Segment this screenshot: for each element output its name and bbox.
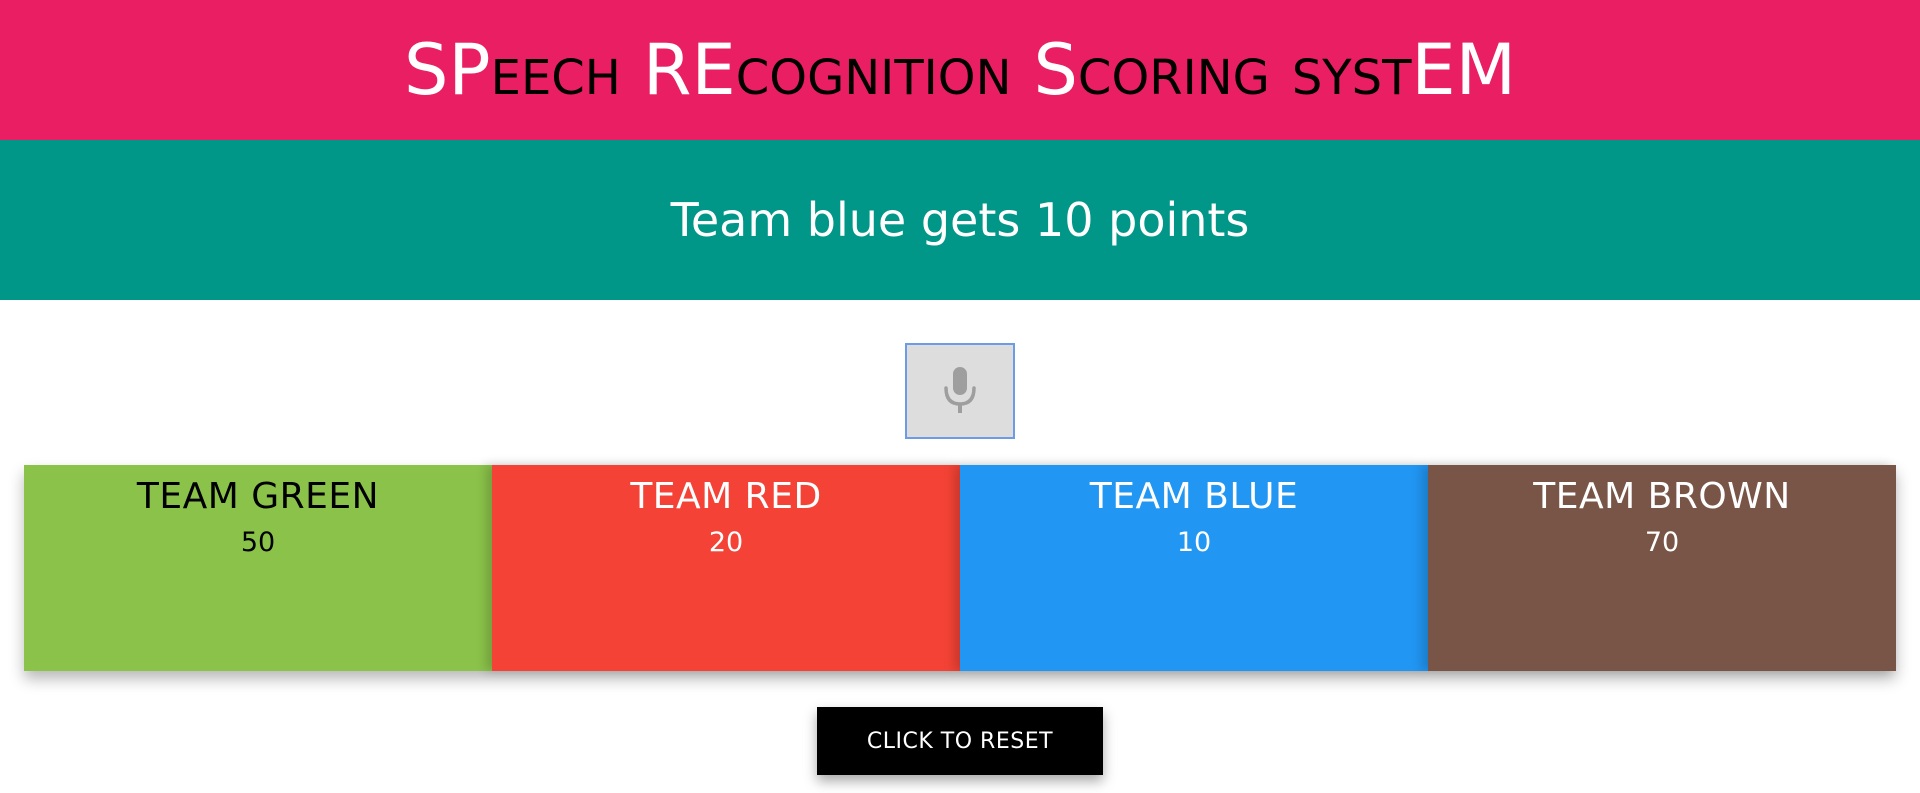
team-score: 50 [240, 527, 276, 558]
reset-button[interactable]: CLICK TO RESET [817, 707, 1103, 775]
microphone-icon [944, 366, 976, 413]
microphone-button[interactable] [905, 342, 1015, 439]
title-word-scoring: SCORING [1033, 29, 1270, 111]
page-title: SPEECH RECOGNITION SCORING SYSTEM [404, 35, 1516, 105]
status-bar: Team blue gets 10 points [0, 140, 1920, 300]
app-header: SPEECH RECOGNITION SCORING SYSTEM [0, 0, 1920, 140]
team-scoreboard: TEAM GREEN 50 TEAM RED 20 TEAM BLUE 10 T… [24, 465, 1896, 671]
team-score: 20 [708, 527, 744, 558]
team-name: TEAM GREEN [136, 476, 380, 517]
team-name: TEAM RED [630, 476, 822, 517]
title-word-system: SYSTEM [1291, 29, 1517, 111]
mic-area [0, 300, 1920, 465]
reset-area: CLICK TO RESET [0, 671, 1920, 791]
title-word-recognition: RECOGNITION [642, 29, 1012, 111]
team-card-red: TEAM RED 20 [492, 465, 960, 671]
team-card-green: TEAM GREEN 50 [24, 465, 492, 671]
team-score: 10 [1176, 527, 1212, 558]
title-word-speech: SPEECH [403, 29, 621, 111]
status-message: Team blue gets 10 points [670, 193, 1250, 247]
team-card-brown: TEAM BROWN 70 [1428, 465, 1896, 671]
team-name: TEAM BROWN [1533, 476, 1791, 517]
team-score: 70 [1644, 527, 1680, 558]
team-name: TEAM BLUE [1089, 476, 1299, 517]
team-card-blue: TEAM BLUE 10 [960, 465, 1428, 671]
